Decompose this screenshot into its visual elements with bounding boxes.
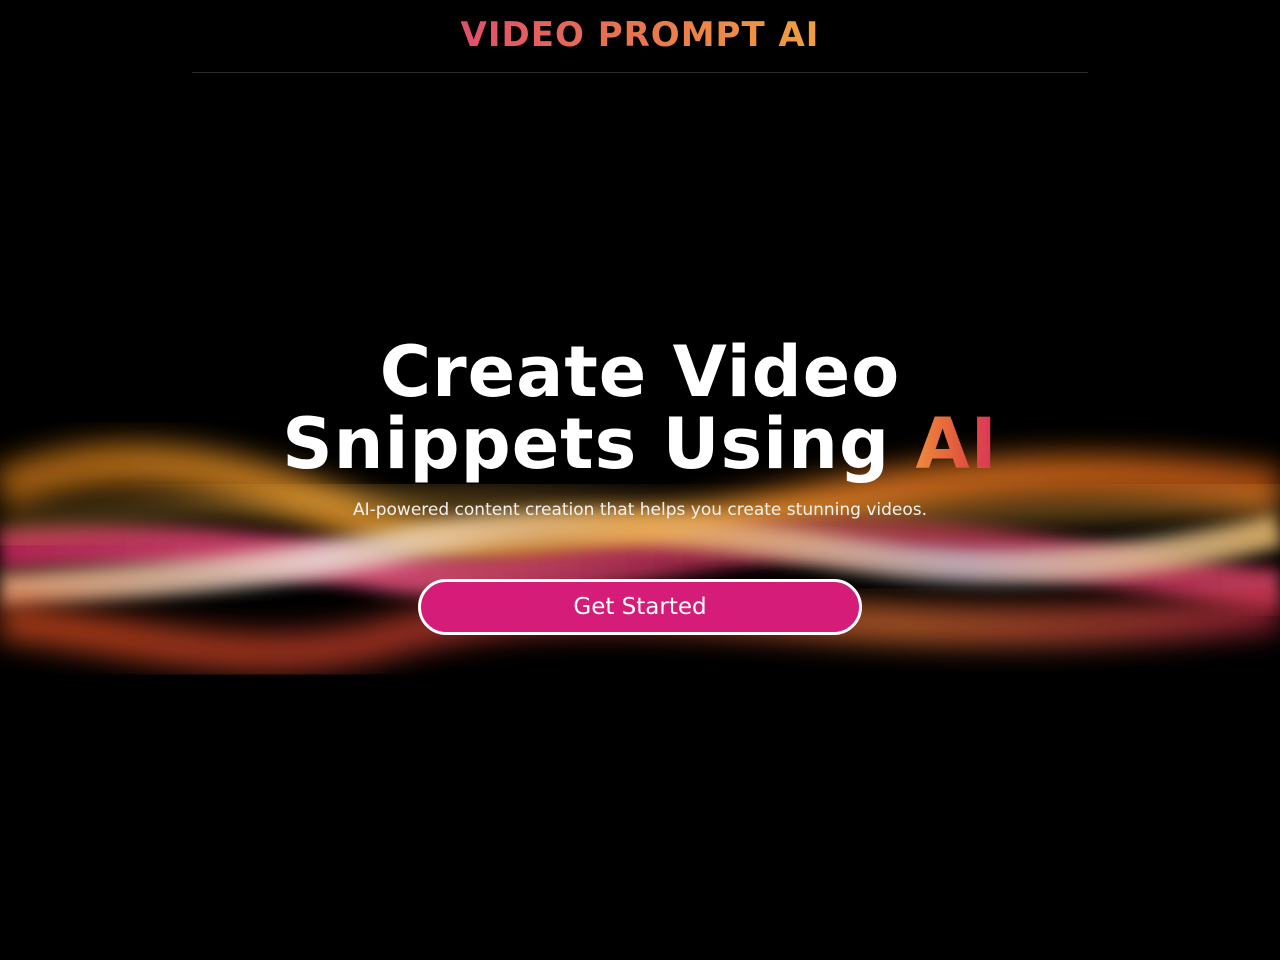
get-started-button[interactable]: Get Started: [418, 579, 862, 635]
hero-headline: Create Video Snippets Using AI: [0, 336, 1280, 480]
headline-line-2: Snippets Using AI: [0, 408, 1280, 480]
headline-line-1: Create Video: [379, 331, 901, 413]
headline-line-2-text: Snippets Using: [282, 403, 916, 485]
headline-accent: AI: [915, 403, 998, 485]
landing-page: VIDEO PROMPT AI Create Video Snippets Us…: [0, 0, 1280, 960]
hero-section: Create Video Snippets Using AI AI-powere…: [0, 0, 1280, 960]
hero-subtitle: AI-powered content creation that helps y…: [352, 500, 928, 520]
